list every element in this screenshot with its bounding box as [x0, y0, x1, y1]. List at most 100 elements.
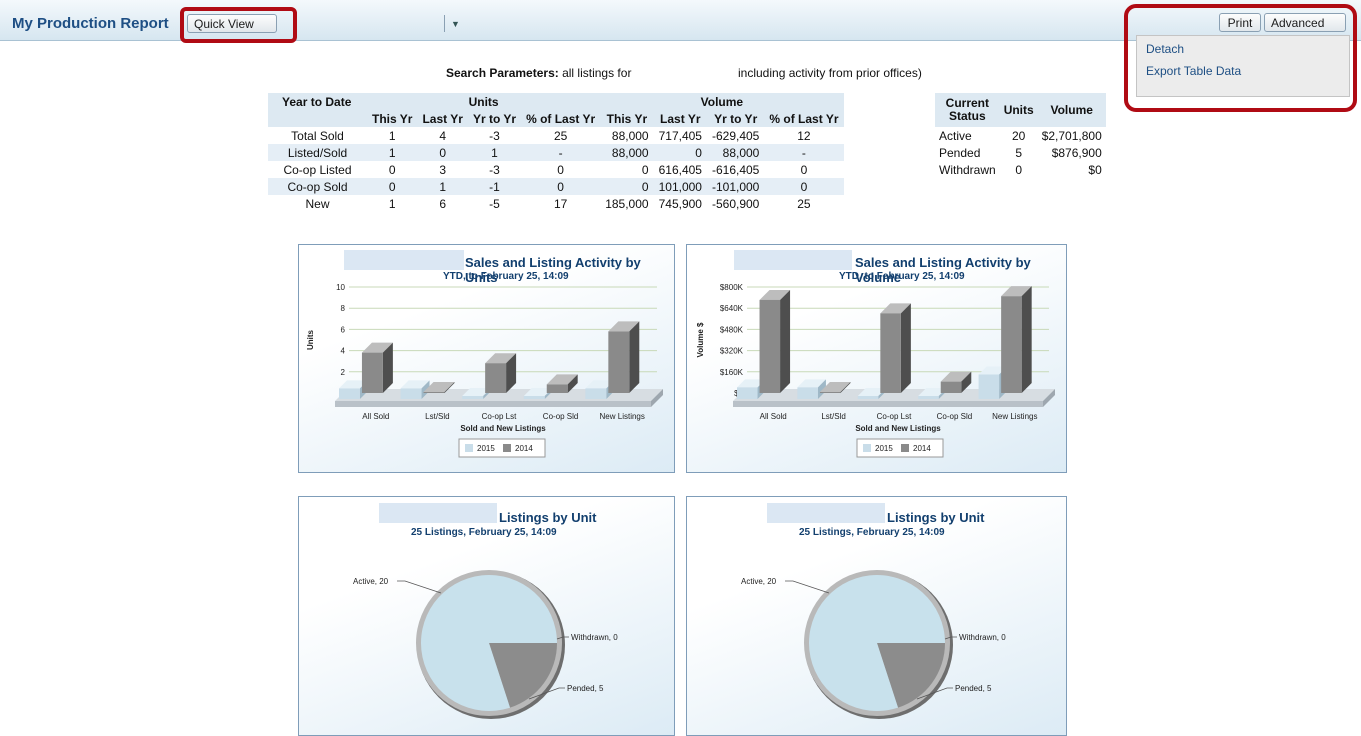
legend-label-2015: 2015 — [477, 444, 495, 453]
quick-view-divider — [444, 15, 445, 32]
pie-label: Withdrawn, 0 — [571, 633, 618, 642]
table-cell: 0 — [557, 162, 564, 177]
bar-front — [423, 392, 445, 393]
table-cell: 717,405 — [658, 128, 702, 143]
pie-label: Active, 20 — [741, 577, 777, 586]
search-parameters-label: Search Parameters: — [446, 66, 559, 80]
table-row: Listed/Sold 1 0 1-88,000 0 88,000- — [268, 144, 844, 161]
legend-swatch-2014 — [503, 444, 511, 452]
pie-chart-panel-left: Listings by Unit 25 Listings, February 2… — [298, 496, 675, 736]
chevron-down-icon[interactable]: ▼ — [451, 15, 460, 34]
search-parameters-text: all listings for — [562, 66, 632, 80]
col-units-yr-to-yr: Yr to Yr — [467, 110, 522, 127]
x-tick-label: Co-op Sld — [543, 412, 579, 421]
y-axis-title: Volume $ — [696, 322, 705, 358]
bar-front — [585, 388, 607, 399]
row-label: Co-op Sold — [268, 178, 367, 195]
legend-swatch-2015 — [863, 444, 871, 452]
table-cell: 0 — [764, 178, 844, 195]
table-cell: 0 — [388, 162, 396, 177]
bar-2014 — [485, 353, 517, 393]
pie-label: Active, 20 — [353, 577, 389, 586]
table-cell: 1 — [417, 178, 468, 195]
col-year-to-date: Year to Date — [268, 93, 367, 110]
table-cell: -3 — [489, 162, 500, 177]
bar-front — [978, 374, 1000, 399]
table-cell: - — [521, 144, 601, 161]
status-header-row: Current Status Units Volume — [935, 93, 1106, 127]
x-tick-label: Co-op Lst — [877, 412, 912, 421]
table-cell: -5 — [489, 196, 500, 211]
bar-side — [780, 289, 791, 393]
bar-front — [940, 381, 962, 393]
pie-label: Pended, 5 — [955, 684, 992, 693]
bar-2014 — [759, 289, 791, 393]
search-parameters: Search Parameters: all listings for — [446, 66, 631, 80]
bar-side — [1021, 286, 1032, 393]
x-axis-title: Sold and New Listings — [855, 424, 941, 433]
y-tick-label: 6 — [341, 325, 346, 334]
table-cell: 185,000 — [605, 196, 649, 211]
bar-2014 — [608, 321, 640, 393]
status-units: 5 — [1015, 145, 1023, 160]
table-cell: 1 — [388, 196, 396, 211]
x-tick-label: Co-op Sld — [937, 412, 973, 421]
y-tick-label: 10 — [336, 283, 345, 292]
status-label: Withdrawn — [939, 162, 996, 177]
legend-swatch-2014 — [901, 444, 909, 452]
col-volume: Volume — [600, 93, 844, 110]
bar-front — [546, 384, 568, 393]
y-tick-label: $160K — [720, 368, 744, 377]
pie-leader-line — [397, 580, 442, 594]
table-cell: 88,000 — [706, 144, 765, 161]
pie-chart: Active, 20 Withdrawn, 0 Pended, 5 — [353, 570, 618, 719]
x-axis-title: Sold and New Listings — [460, 424, 546, 433]
col-volume-pct: % of Last Yr — [764, 110, 844, 127]
table-cell: 17 — [553, 196, 568, 211]
table-cell: 88,000 — [611, 128, 649, 143]
x-tick-label: Co-op Lst — [482, 412, 517, 421]
bar-front — [400, 388, 422, 399]
status-volume: $876,900 — [1051, 145, 1102, 160]
table-cell: - — [764, 144, 844, 161]
legend-label-2014: 2014 — [515, 444, 533, 453]
table-row: Co-op Listed 0 3 -3 0 0 616,405 -616,405 0 — [268, 161, 844, 178]
bar-front — [608, 331, 630, 393]
table-cell: 88,000 — [600, 144, 654, 161]
ytd-group-header-row: Year to Date Units Volume — [268, 93, 844, 110]
bar-side — [900, 303, 911, 393]
x-tick-label: All Sold — [362, 412, 389, 421]
page-title: My Production Report — [12, 15, 169, 32]
bar-front — [361, 352, 383, 393]
bar-front — [1001, 296, 1022, 393]
col-blank — [268, 110, 367, 127]
table-cell: 0 — [800, 162, 808, 177]
bar-side — [629, 321, 640, 393]
legend-label-2015: 2015 — [875, 444, 893, 453]
ytd-table: Year to Date Units Volume This Yr Last Y… — [268, 93, 844, 212]
search-parameters-suffix: including activity from prior offices) — [738, 66, 922, 80]
bar-front — [880, 313, 901, 393]
table-cell: 3 — [439, 162, 447, 177]
status-units: 0 — [1015, 162, 1023, 177]
table-cell: 25 — [797, 196, 811, 211]
col-status-units: Units — [999, 93, 1038, 127]
bar-front — [339, 388, 360, 399]
col-status-volume: Volume — [1037, 93, 1106, 127]
table-cell: -629,405 — [711, 128, 760, 143]
table-row: Withdrawn 0 $0 — [935, 161, 1106, 178]
table-cell: 0 — [600, 178, 654, 195]
bar-front — [918, 396, 939, 399]
col-units-last-yr: Last Yr — [417, 110, 468, 127]
table-cell: 0 — [367, 178, 418, 195]
bar-front — [523, 396, 545, 399]
row-label: Total Sold — [291, 128, 344, 143]
bar-front — [737, 387, 758, 399]
table-row: Co-op Sold 0 1 -1 0 0 101,000 -101,000 0 — [268, 178, 844, 195]
col-units-pct: % of Last Yr — [521, 110, 601, 127]
legend-swatch-2015 — [465, 444, 473, 452]
bar-front — [857, 396, 879, 399]
table-cell: 101,000 — [653, 178, 707, 195]
status-volume: $2,701,800 — [1041, 128, 1102, 143]
table-cell: 1 — [388, 128, 396, 143]
